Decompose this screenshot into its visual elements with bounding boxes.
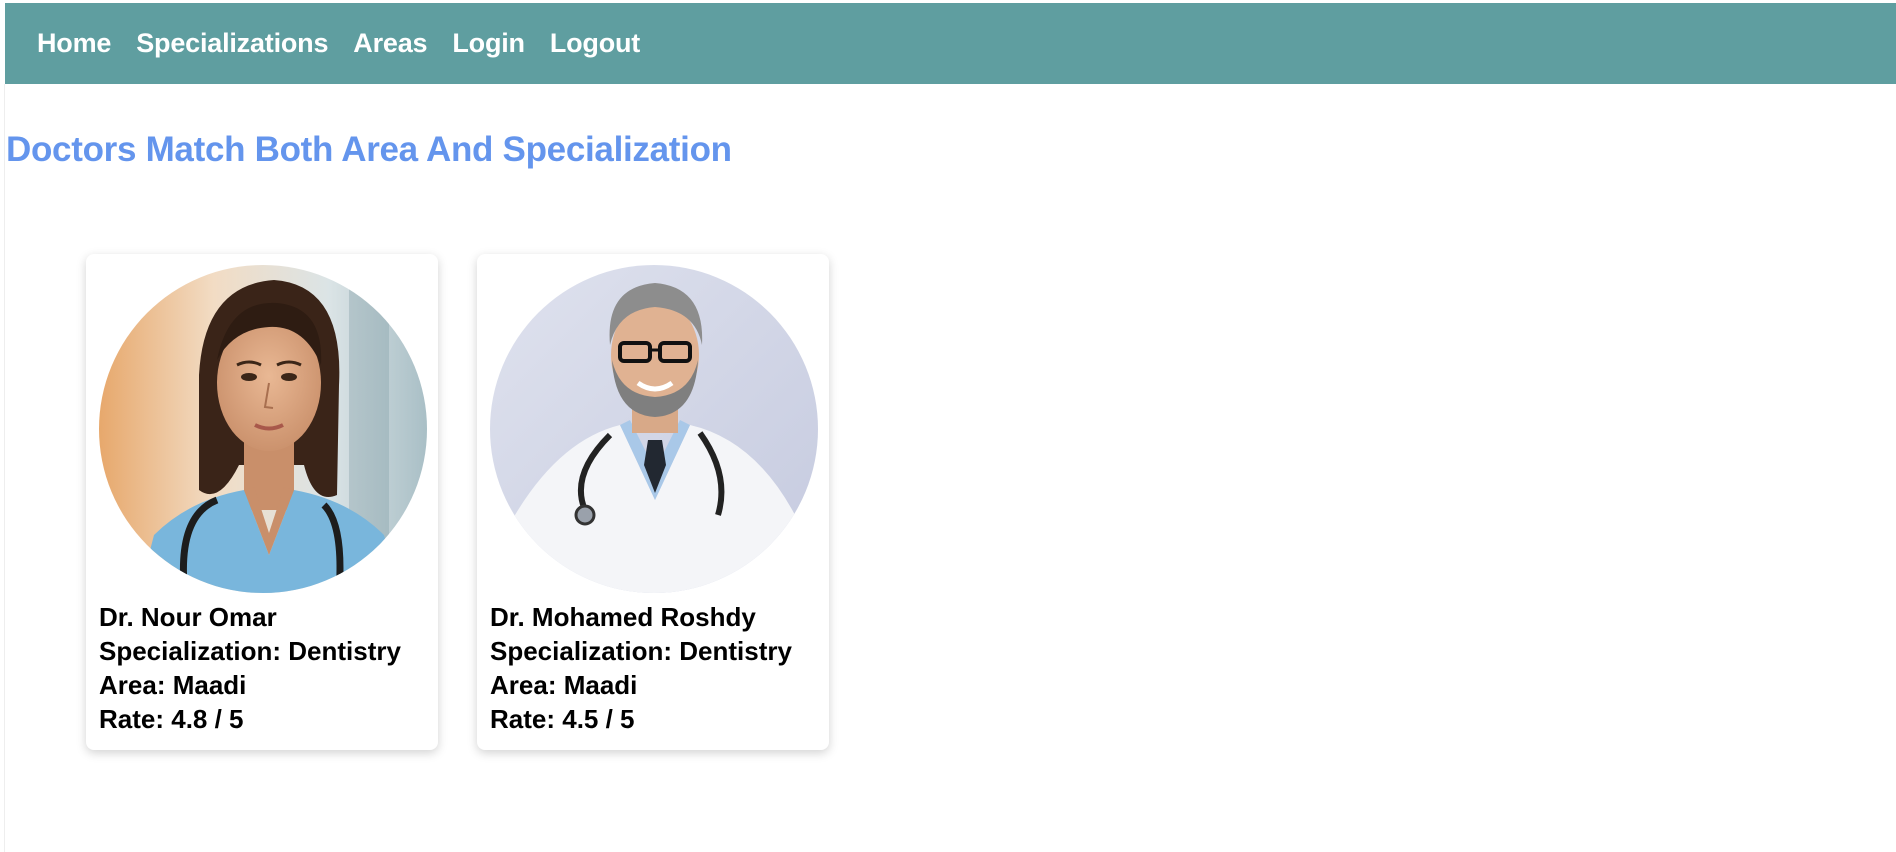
doctor-specialization: Specialization: Dentistry: [490, 636, 792, 666]
doctor-specialization: Specialization: Dentistry: [99, 636, 401, 666]
doctor-card[interactable]: Dr. Nour Omar Specialization: Dentistry …: [86, 254, 438, 750]
doctor-rate: Rate: 4.5 / 5: [490, 704, 635, 734]
doctor-card[interactable]: Dr. Mohamed Roshdy Specialization: Denti…: [477, 254, 829, 750]
top-navbar: Home Specializations Areas Login Logout: [5, 3, 1896, 84]
doctor-info: Dr. Nour Omar Specialization: Dentistry …: [99, 600, 432, 736]
doctor-photo-mohamed-roshdy: [490, 265, 818, 593]
doctor-name: Dr. Nour Omar: [99, 602, 277, 632]
female-doctor-photo: [99, 265, 427, 593]
nav-logout-link[interactable]: Logout: [550, 28, 640, 59]
male-doctor-photo: [490, 265, 818, 593]
nav-home-link[interactable]: Home: [37, 28, 111, 59]
doctor-info: Dr. Mohamed Roshdy Specialization: Denti…: [490, 600, 823, 736]
doctor-name: Dr. Mohamed Roshdy: [490, 602, 756, 632]
page-title: Doctors Match Both Area And Specializati…: [6, 130, 732, 169]
page-left-border: [4, 84, 5, 852]
doctor-area: Area: Maadi: [490, 670, 638, 700]
nav-specializations-link[interactable]: Specializations: [136, 28, 328, 59]
doctor-area: Area: Maadi: [99, 670, 247, 700]
nav-login-link[interactable]: Login: [452, 28, 525, 59]
doctor-photo-nour-omar: [99, 265, 427, 593]
doctor-rate: Rate: 4.8 / 5: [99, 704, 244, 734]
nav-areas-link[interactable]: Areas: [353, 28, 427, 59]
